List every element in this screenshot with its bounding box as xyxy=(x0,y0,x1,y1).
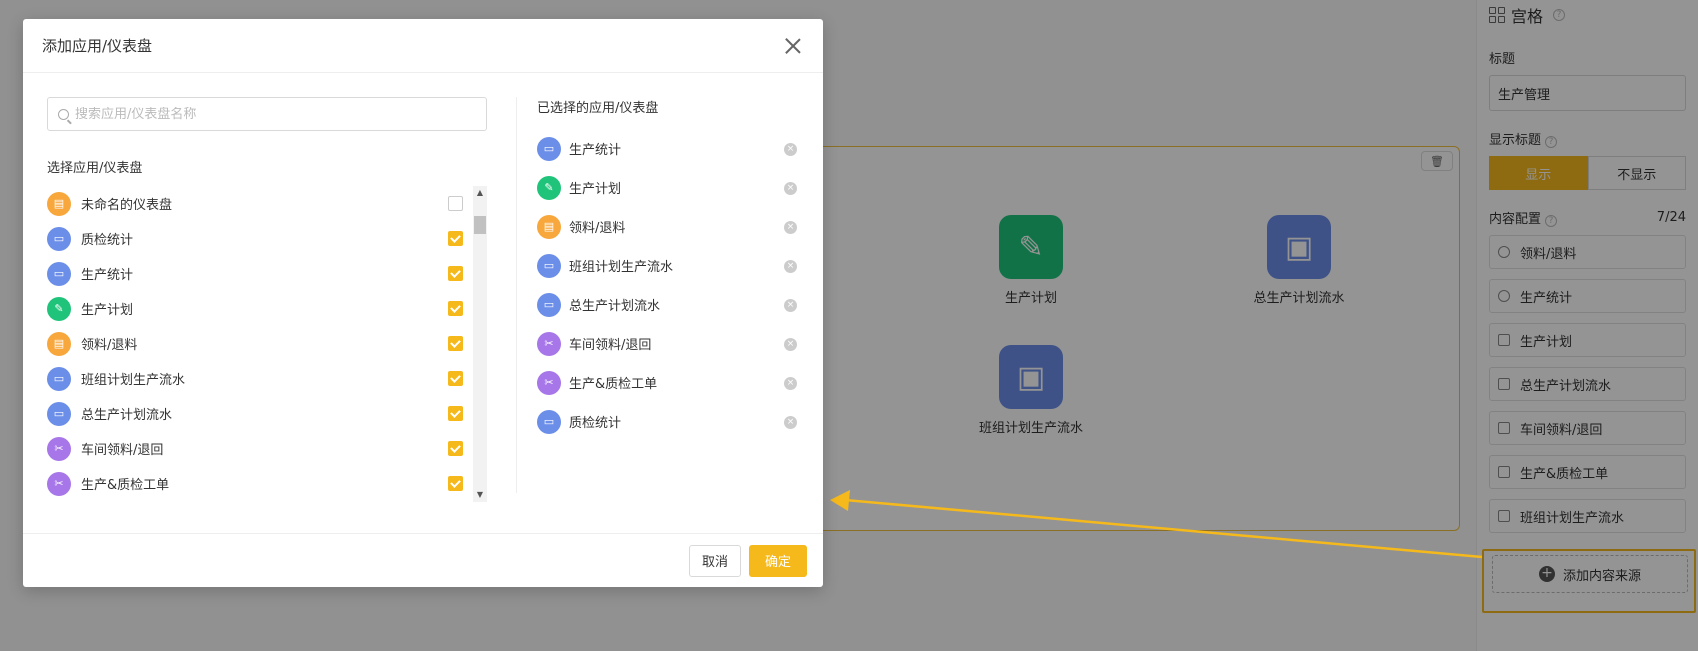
app-list-label: 车间领料/退回 xyxy=(81,443,164,458)
scroll-thumb[interactable] xyxy=(474,216,486,234)
app-icon: ▤ xyxy=(537,214,561,239)
app-icon: ▭ xyxy=(537,253,561,278)
app-checkbox[interactable] xyxy=(448,441,463,456)
remove-icon[interactable]: × xyxy=(784,377,797,390)
selected-item-label: 生产计划 xyxy=(569,182,622,197)
app-icon: ✎ xyxy=(537,175,561,200)
selected-item: ▤ 领料/退料 × xyxy=(537,207,807,246)
app-checkbox[interactable] xyxy=(448,231,463,246)
app-checkbox[interactable] xyxy=(448,336,463,351)
app-icon: ▭ xyxy=(47,261,71,286)
app-icon: ▭ xyxy=(537,409,561,434)
selected-item-label: 质检统计 xyxy=(569,416,622,431)
app-list-item[interactable]: ✎ 生产计划 xyxy=(47,291,487,326)
app-list-label: 生产计划 xyxy=(81,303,134,318)
remove-icon[interactable]: × xyxy=(784,299,797,312)
remove-icon[interactable]: × xyxy=(784,221,797,234)
app-checkbox[interactable] xyxy=(448,406,463,421)
dialog-title: 添加应用/仪表盘 xyxy=(42,37,153,55)
app-checkbox[interactable] xyxy=(448,196,463,211)
app-icon: ▭ xyxy=(47,366,71,391)
selected-item: ▭ 质检统计 × xyxy=(537,402,807,441)
cancel-button[interactable]: 取消 xyxy=(688,544,741,577)
selected-item: ✂ 生产&质检工单 × xyxy=(537,363,807,402)
app-icon: ✂ xyxy=(47,471,71,496)
remove-icon[interactable]: × xyxy=(784,338,797,351)
app-icon: ✂ xyxy=(537,331,561,356)
add-app-dashboard-dialog: 添加应用/仪表盘 选择应用/仪表盘 ▤ 未命名的仪表盘 ▭ 质检统计 ▭ 生产统计 ✎ 生产计… xyxy=(23,19,823,587)
remove-icon[interactable]: × xyxy=(784,416,797,429)
app-icon: ▤ xyxy=(47,191,71,216)
selected-pane: 已选择的应用/仪表盘 ▭ 生产统计 × ✎ 生产计划 × ▤ 领料/退料 × ▭ 班组计划生产流水 ×… xyxy=(537,97,807,441)
app-list-label: 领料/退料 xyxy=(81,338,138,353)
selected-item-label: 领料/退料 xyxy=(569,221,626,236)
selected-item: ▭ 总生产计划流水 × xyxy=(537,285,807,324)
app-list-item[interactable]: ▭ 质检统计 xyxy=(47,221,487,256)
dialog-header: 添加应用/仪表盘 xyxy=(23,19,823,73)
search-input[interactable] xyxy=(75,106,476,122)
selected-item: ▭ 生产统计 × xyxy=(537,129,807,168)
selected-item-label: 班组计划生产流水 xyxy=(569,260,674,275)
app-list-label: 生产统计 xyxy=(81,268,134,283)
app-icon: ▤ xyxy=(47,331,71,356)
search-icon xyxy=(58,108,69,120)
scroll-up-arrow[interactable]: ▲ xyxy=(473,186,487,200)
app-checkbox[interactable] xyxy=(448,266,463,281)
app-icon: ▭ xyxy=(537,136,561,161)
app-list[interactable]: ▤ 未命名的仪表盘 ▭ 质检统计 ▭ 生产统计 ✎ 生产计划 ▤ 领料/退料 ▭ 班组计划生产流水 ▭ 总… xyxy=(47,186,487,502)
selected-item: ✂ 车间领料/退回 × xyxy=(537,324,807,363)
remove-icon[interactable]: × xyxy=(784,182,797,195)
selected-item-label: 总生产计划流水 xyxy=(569,299,661,314)
app-list-item[interactable]: ▭ 总生产计划流水 xyxy=(47,396,487,431)
app-list-label: 质检统计 xyxy=(81,233,134,248)
app-checkbox[interactable] xyxy=(448,476,463,491)
app-list-label: 未命名的仪表盘 xyxy=(81,198,173,213)
dialog-body: 选择应用/仪表盘 ▤ 未命名的仪表盘 ▭ 质检统计 ▭ 生产统计 ✎ 生产计划 ▤ 领料/退料 ▭ 班… xyxy=(23,73,823,533)
app-icon: ✂ xyxy=(537,370,561,395)
app-list-item[interactable]: ✂ 生产&质检工单 xyxy=(47,466,487,501)
choose-section-title: 选择应用/仪表盘 xyxy=(47,161,143,176)
app-icon: ▭ xyxy=(47,226,71,251)
app-icon: ▭ xyxy=(47,401,71,426)
app-list-label: 班组计划生产流水 xyxy=(81,373,186,388)
close-icon[interactable] xyxy=(783,36,803,56)
app-list-item[interactable]: ✂ 车间领料/退回 xyxy=(47,431,487,466)
remove-icon[interactable]: × xyxy=(784,260,797,273)
app-checkbox[interactable] xyxy=(448,371,463,386)
app-list-item[interactable]: ▤ 领料/退料 xyxy=(47,326,487,361)
dialog-footer: 取消 确定 xyxy=(23,533,823,587)
selected-item: ✎ 生产计划 × xyxy=(537,168,807,207)
app-icon: ▭ xyxy=(537,292,561,317)
selected-item: ▭ 班组计划生产流水 × xyxy=(537,246,807,285)
list-scrollbar[interactable]: ▲ ▼ xyxy=(473,186,487,502)
selected-item-label: 生产&质检工单 xyxy=(569,377,658,392)
app-list-item[interactable]: ▭ 班组计划生产流水 xyxy=(47,361,487,396)
selected-section-title: 已选择的应用/仪表盘 xyxy=(537,101,659,116)
confirm-button[interactable]: 确定 xyxy=(749,544,807,577)
remove-icon[interactable]: × xyxy=(784,143,797,156)
selected-item-label: 车间领料/退回 xyxy=(569,338,652,353)
pane-divider xyxy=(516,97,517,493)
search-box[interactable] xyxy=(47,97,487,131)
scroll-down-arrow[interactable]: ▼ xyxy=(473,488,487,502)
app-list-label: 生产&质检工单 xyxy=(81,478,170,493)
app-list-item[interactable]: ▭ 生产统计 xyxy=(47,256,487,291)
selected-item-label: 生产统计 xyxy=(569,143,622,158)
app-list-item[interactable]: ▤ 未命名的仪表盘 xyxy=(47,186,487,221)
available-pane: 选择应用/仪表盘 ▤ 未命名的仪表盘 ▭ 质检统计 ▭ 生产统计 ✎ 生产计划 ▤ 领料/退料 ▭ 班… xyxy=(47,97,487,507)
app-list-label: 总生产计划流水 xyxy=(81,408,173,423)
app-checkbox[interactable] xyxy=(448,301,463,316)
app-icon: ✎ xyxy=(47,296,71,321)
app-icon: ✂ xyxy=(47,436,71,461)
